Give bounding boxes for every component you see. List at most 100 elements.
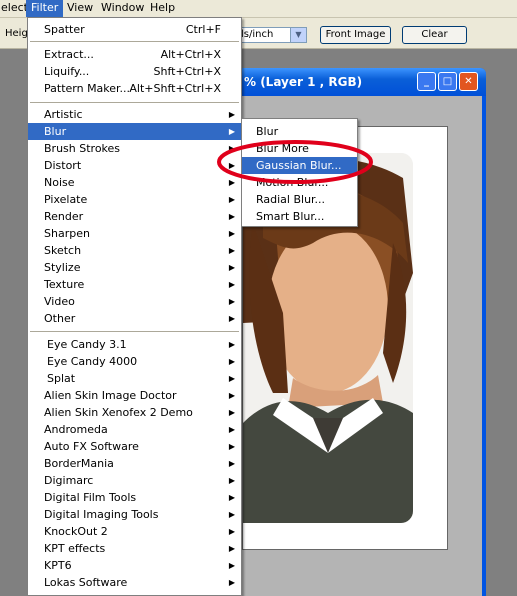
menu-item-pixelate[interactable]: Pixelate ▶ bbox=[28, 191, 241, 208]
menu-separator bbox=[30, 331, 239, 332]
menu-item-spatter[interactable]: Spatter Ctrl+F bbox=[28, 21, 241, 38]
menu-item-bordermania[interactable]: BorderMania ▶ bbox=[28, 455, 241, 472]
menu-item-stylize[interactable]: Stylize ▶ bbox=[28, 259, 241, 276]
submenu-arrow-icon: ▶ bbox=[228, 544, 235, 553]
menu-item-digimarc[interactable]: Digimarc ▶ bbox=[28, 472, 241, 489]
submenu-arrow-icon: ▶ bbox=[228, 229, 235, 238]
resolution-unit-select[interactable]: ls/inch ▼ bbox=[238, 27, 307, 43]
chevron-down-icon[interactable]: ▼ bbox=[290, 28, 306, 42]
submenu-arrow-icon: ▶ bbox=[228, 391, 235, 400]
resolution-unit-value: ls/inch bbox=[241, 29, 274, 40]
menu-item-texture[interactable]: Texture ▶ bbox=[28, 276, 241, 293]
filter-menu: Spatter Ctrl+F Extract... Alt+Ctrl+X Liq… bbox=[27, 17, 242, 596]
submenu-item-radial-blur[interactable]: Radial Blur... bbox=[242, 191, 357, 208]
menu-item-kpt6[interactable]: KPT6 ▶ bbox=[28, 557, 241, 574]
submenu-arrow-icon: ▶ bbox=[228, 357, 235, 366]
submenu-arrow-icon: ▶ bbox=[228, 280, 235, 289]
submenu-arrow-icon: ▶ bbox=[228, 527, 235, 536]
document-title: % (Layer 1 , RGB) bbox=[244, 75, 363, 89]
menu-item-label: Distort bbox=[44, 159, 82, 172]
menu-item-label: Extract... bbox=[44, 48, 94, 61]
submenu-arrow-icon: ▶ bbox=[228, 459, 235, 468]
menu-item-other[interactable]: Other ▶ bbox=[28, 310, 241, 327]
menu-item-sharpen[interactable]: Sharpen ▶ bbox=[28, 225, 241, 242]
menu-item-label: Texture bbox=[44, 278, 85, 291]
menu-item-label: Lokas Software bbox=[44, 576, 128, 589]
submenu-arrow-icon: ▶ bbox=[228, 578, 235, 587]
menu-item-sketch[interactable]: Sketch ▶ bbox=[28, 242, 241, 259]
menu-item-label: KPT effects bbox=[44, 542, 106, 555]
front-image-button[interactable]: Front Image bbox=[320, 26, 391, 44]
menu-item-blur[interactable]: Blur ▶ bbox=[28, 123, 241, 140]
menu-item-label: Eye Candy 4000 bbox=[47, 355, 138, 368]
menu-item-label: Pixelate bbox=[44, 193, 88, 206]
menu-bar: elect Filter View Window Help bbox=[0, 0, 517, 18]
menu-item-eye-candy-31[interactable]: Eye Candy 3.1 ▶ bbox=[28, 336, 241, 353]
menu-item-render[interactable]: Render ▶ bbox=[28, 208, 241, 225]
submenu-arrow-icon: ▶ bbox=[228, 212, 235, 221]
height-label: Heig bbox=[5, 28, 28, 39]
menu-filter[interactable]: Filter bbox=[26, 0, 64, 17]
submenu-arrow-icon: ▶ bbox=[228, 510, 235, 519]
menu-item-label: Stylize bbox=[44, 261, 81, 274]
menu-item-video[interactable]: Video ▶ bbox=[28, 293, 241, 310]
menu-item-shortcut: Alt+Shft+Ctrl+X bbox=[129, 82, 221, 95]
menu-item-splat[interactable]: Splat ▶ bbox=[28, 370, 241, 387]
menu-view[interactable]: View bbox=[62, 0, 98, 17]
menu-item-extract[interactable]: Extract... Alt+Ctrl+X bbox=[28, 46, 241, 63]
submenu-item-label: Radial Blur... bbox=[256, 193, 326, 206]
menu-item-label: KPT6 bbox=[44, 559, 72, 572]
menu-item-knockout[interactable]: KnockOut 2 ▶ bbox=[28, 523, 241, 540]
menu-item-liquify[interactable]: Liquify... Shft+Ctrl+X bbox=[28, 63, 241, 80]
submenu-arrow-icon: ▶ bbox=[228, 561, 235, 570]
menu-item-pattern-maker[interactable]: Pattern Maker... Alt+Shft+Ctrl+X bbox=[28, 80, 241, 97]
menu-item-label: Digital Film Tools bbox=[44, 491, 137, 504]
submenu-arrow-icon: ▶ bbox=[228, 408, 235, 417]
menu-item-auto-fx[interactable]: Auto FX Software ▶ bbox=[28, 438, 241, 455]
menu-help[interactable]: Help bbox=[145, 0, 180, 17]
menu-item-label: Auto FX Software bbox=[44, 440, 139, 453]
maximize-icon: □ bbox=[442, 76, 453, 87]
menu-item-label: Blur bbox=[44, 125, 67, 138]
submenu-arrow-icon: ▶ bbox=[228, 425, 235, 434]
menu-item-lokas-software[interactable]: Lokas Software ▶ bbox=[28, 574, 241, 591]
submenu-arrow-icon: ▶ bbox=[228, 374, 235, 383]
submenu-arrow-icon: ▶ bbox=[228, 246, 235, 255]
menu-item-kpt-effects[interactable]: KPT effects ▶ bbox=[28, 540, 241, 557]
submenu-arrow-icon: ▶ bbox=[228, 110, 235, 119]
menu-item-label: Sketch bbox=[44, 244, 82, 257]
menu-item-label: Digital Imaging Tools bbox=[44, 508, 159, 521]
menu-item-label: BorderMania bbox=[44, 457, 114, 470]
submenu-arrow-icon: ▶ bbox=[228, 493, 235, 502]
menu-window[interactable]: Window bbox=[96, 0, 149, 17]
document-title-bar[interactable]: % (Layer 1 , RGB) _ □ ✕ bbox=[238, 68, 486, 96]
menu-item-shortcut: Shft+Ctrl+X bbox=[153, 65, 222, 78]
menu-item-digital-film-tools[interactable]: Digital Film Tools ▶ bbox=[28, 489, 241, 506]
submenu-arrow-icon: ▶ bbox=[228, 297, 235, 306]
menu-item-digital-imaging-tools[interactable]: Digital Imaging Tools ▶ bbox=[28, 506, 241, 523]
menu-item-brush-strokes[interactable]: Brush Strokes ▶ bbox=[28, 140, 241, 157]
menu-item-andromeda[interactable]: Andromeda ▶ bbox=[28, 421, 241, 438]
maximize-button[interactable]: □ bbox=[438, 72, 457, 91]
menu-item-noise[interactable]: Noise ▶ bbox=[28, 174, 241, 191]
submenu-item-smart-blur[interactable]: Smart Blur... bbox=[242, 208, 357, 225]
menu-item-label: Spatter bbox=[44, 23, 85, 36]
menu-item-eye-candy-4000[interactable]: Eye Candy 4000 ▶ bbox=[28, 353, 241, 370]
minimize-icon: _ bbox=[424, 76, 429, 87]
clear-button[interactable]: Clear bbox=[402, 26, 467, 44]
menu-item-label: Video bbox=[44, 295, 75, 308]
menu-item-label: Andromeda bbox=[44, 423, 108, 436]
menu-item-distort[interactable]: Distort ▶ bbox=[28, 157, 241, 174]
menu-item-label: Sharpen bbox=[44, 227, 90, 240]
menu-item-artistic[interactable]: Artistic ▶ bbox=[28, 106, 241, 123]
menu-item-label: Render bbox=[44, 210, 84, 223]
minimize-button[interactable]: _ bbox=[417, 72, 436, 91]
menu-item-label: Other bbox=[44, 312, 76, 325]
menu-item-label: Eye Candy 3.1 bbox=[47, 338, 127, 351]
menu-item-label: Artistic bbox=[44, 108, 83, 121]
close-button[interactable]: ✕ bbox=[459, 72, 478, 91]
submenu-arrow-icon: ▶ bbox=[228, 195, 235, 204]
submenu-arrow-icon: ▶ bbox=[228, 340, 235, 349]
menu-item-alien-skin-xenofex[interactable]: Alien Skin Xenofex 2 Demo ▶ bbox=[28, 404, 241, 421]
menu-item-alien-skin-image-doctor[interactable]: Alien Skin Image Doctor ▶ bbox=[28, 387, 241, 404]
